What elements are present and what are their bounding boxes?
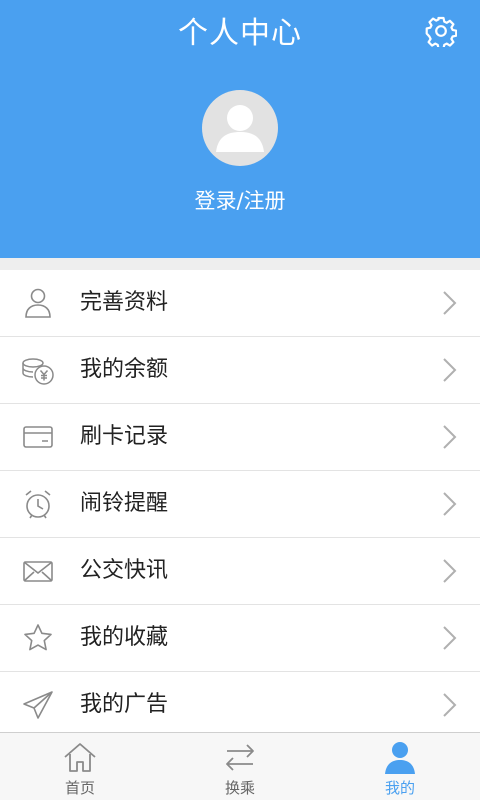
settings-button[interactable] (420, 12, 462, 54)
bottom-tab-bar: 首页 换乘 我的 (0, 732, 480, 800)
tab-home[interactable]: 首页 (0, 733, 160, 800)
page-title: 个人中心 (178, 16, 302, 51)
menu-item-label: 刷卡记录 (80, 424, 169, 449)
menu-item-ads[interactable]: 我的广告 (0, 672, 480, 739)
home-icon (60, 739, 100, 775)
tab-label: 我的 (384, 779, 415, 797)
tab-label: 首页 (64, 779, 95, 797)
chevron-right-icon (438, 355, 460, 385)
chevron-right-icon (438, 422, 460, 452)
user-profile-icon (20, 286, 56, 320)
menu-item-label: 我的收藏 (80, 625, 169, 650)
login-register-link[interactable]: 登录/注册 (0, 184, 480, 218)
menu-item-card-records[interactable]: 刷卡记录 (0, 404, 480, 471)
alarm-clock-icon (20, 487, 56, 521)
tab-mine[interactable]: 我的 (320, 733, 480, 800)
menu-item-label: 完善资料 (80, 290, 169, 315)
tab-label: 换乘 (224, 779, 255, 797)
menu-item-profile[interactable]: 完善资料 (0, 270, 480, 337)
menu-item-balance[interactable]: 我的余额 (0, 337, 480, 404)
chevron-right-icon (438, 623, 460, 653)
envelope-icon (20, 554, 56, 588)
chevron-right-icon (438, 690, 460, 720)
user-icon (380, 739, 420, 775)
tab-transfer[interactable]: 换乘 (160, 733, 320, 800)
gear-icon (425, 15, 458, 51)
paper-plane-icon (20, 688, 56, 722)
section-divider (0, 258, 480, 270)
profile-header: 个人中心 登录/注册 (0, 0, 480, 258)
menu-item-favorites[interactable]: 我的收藏 (0, 605, 480, 672)
card-icon (20, 420, 56, 454)
coins-yen-icon (20, 353, 56, 387)
avatar[interactable] (202, 90, 278, 166)
user-avatar-icon (202, 90, 278, 166)
chevron-right-icon (438, 489, 460, 519)
chevron-right-icon (438, 556, 460, 586)
chevron-right-icon (438, 288, 460, 318)
menu-list: 完善资料 我的余额 刷卡记录 闹铃提醒 公交快讯 我的收藏 我的广告 (0, 270, 480, 739)
menu-item-label: 公交快讯 (80, 558, 169, 583)
star-icon (20, 621, 56, 655)
transfer-icon (220, 739, 260, 775)
menu-item-label: 我的余额 (80, 357, 169, 382)
menu-item-label: 闹铃提醒 (80, 491, 169, 516)
menu-item-bus-news[interactable]: 公交快讯 (0, 538, 480, 605)
menu-item-label: 我的广告 (80, 692, 169, 717)
menu-item-alarm[interactable]: 闹铃提醒 (0, 471, 480, 538)
